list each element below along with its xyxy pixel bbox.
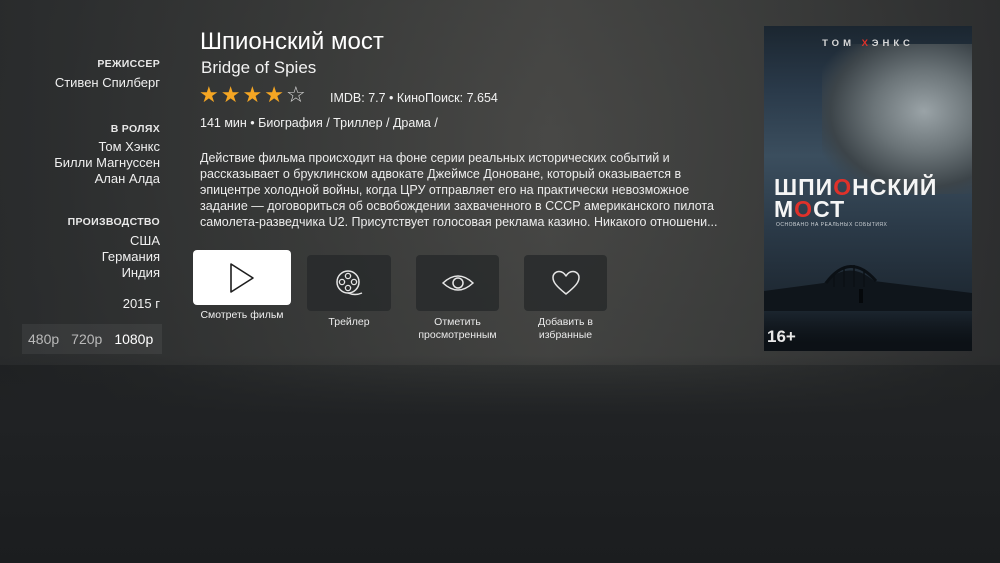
quality-selector: 480p 720p 1080p bbox=[22, 324, 162, 354]
country: США bbox=[130, 233, 160, 248]
star-filled-icon: ★ bbox=[242, 83, 263, 108]
watch-tile[interactable] bbox=[193, 250, 291, 305]
watch-movie-button[interactable]: Смотреть фильм bbox=[193, 250, 291, 322]
star-empty-icon: ☆ bbox=[285, 83, 306, 108]
star-filled-icon: ★ bbox=[220, 83, 241, 108]
mark-watched-tile[interactable] bbox=[416, 255, 499, 311]
cast-member: Алан Алда bbox=[94, 171, 160, 186]
director-label: РЕЖИССЕР bbox=[97, 58, 160, 70]
poster-portrait bbox=[822, 44, 972, 194]
add-favorite-tile[interactable] bbox=[524, 255, 607, 311]
poster-tagline: ОСНОВАНО НА РЕАЛЬНЫХ СОБЫТИЯХ bbox=[776, 222, 888, 228]
quality-option-1080p[interactable]: 1080p bbox=[108, 331, 159, 347]
heart-icon bbox=[551, 270, 580, 295]
poster-title-part: СТ bbox=[813, 196, 846, 222]
play-icon bbox=[230, 262, 254, 293]
movie-title: Шпионский мост bbox=[200, 28, 384, 55]
poster-actor-last: ЭНКС bbox=[871, 38, 914, 49]
release-year: 2015 г bbox=[122, 296, 160, 311]
movie-original-title: Bridge of Spies bbox=[201, 58, 317, 77]
trailer-label: Трейлер bbox=[328, 316, 370, 328]
mark-watched-button[interactable]: Отметить просмотренным bbox=[416, 250, 499, 342]
quality-option-480p[interactable]: 480p bbox=[22, 331, 65, 347]
poster-title-part: М bbox=[774, 196, 795, 222]
star-rating: ★ ★ ★ ★ ☆ bbox=[199, 85, 306, 107]
eye-icon bbox=[441, 275, 474, 291]
trailer-tile[interactable] bbox=[307, 255, 391, 311]
poster-actor-name: ТОМ ХЭНКС bbox=[764, 38, 972, 49]
duration-genres: 141 мин • Биография / Триллер / Драма / bbox=[200, 116, 438, 130]
cast-member: Том Хэнкс bbox=[98, 139, 160, 154]
poster-title: ШПИОНСКИЙ МОСТ bbox=[774, 174, 938, 222]
add-favorite-label: Добавить в избранные bbox=[524, 316, 607, 342]
age-rating: 16+ bbox=[767, 327, 796, 346]
mark-watched-label: Отметить просмотренным bbox=[416, 316, 499, 342]
trailer-button[interactable]: Трейлер bbox=[307, 250, 391, 329]
poster-actor-accent: Х bbox=[861, 38, 872, 49]
add-favorite-label-line1: Добавить в bbox=[538, 316, 593, 328]
director-name: Стивен Спилберг bbox=[54, 75, 160, 90]
poster-title-accent: О bbox=[794, 196, 814, 222]
movie-description: Действие фильма происходит на фоне серии… bbox=[200, 151, 718, 229]
quality-option-720p[interactable]: 720p bbox=[65, 331, 108, 347]
cast-member: Билли Магнуссен bbox=[54, 155, 160, 170]
watch-movie-label: Смотреть фильм bbox=[200, 309, 284, 321]
add-favorite-button[interactable]: Добавить в избранные bbox=[524, 250, 607, 342]
movie-poster: ТОМ ХЭНКС ШПИОНСКИЙ МОСТ ОСНОВАНО НА РЕА… bbox=[764, 26, 972, 351]
poster-bridge-art bbox=[764, 265, 972, 311]
film-reel-icon bbox=[336, 270, 363, 296]
production-label: ПРОИЗВОДСТВО bbox=[67, 216, 160, 228]
cast-label: В РОЛЯХ bbox=[110, 123, 160, 135]
mark-watched-label-line2: просмотренным bbox=[418, 329, 497, 341]
poster-actor-first: ТОМ bbox=[822, 38, 862, 49]
add-favorite-label-line2: избранные bbox=[538, 329, 593, 341]
country: Германия bbox=[101, 249, 160, 264]
star-filled-icon: ★ bbox=[199, 83, 219, 108]
star-filled-icon: ★ bbox=[264, 83, 284, 108]
country: Индия bbox=[121, 265, 160, 280]
ratings-text: IMDB: 7.7 • КиноПоиск: 7.654 bbox=[330, 91, 498, 105]
backdrop-lower bbox=[0, 355, 1000, 563]
mark-watched-label-line1: Отметить bbox=[434, 316, 481, 328]
poster-title-part: НСКИЙ bbox=[852, 174, 938, 200]
